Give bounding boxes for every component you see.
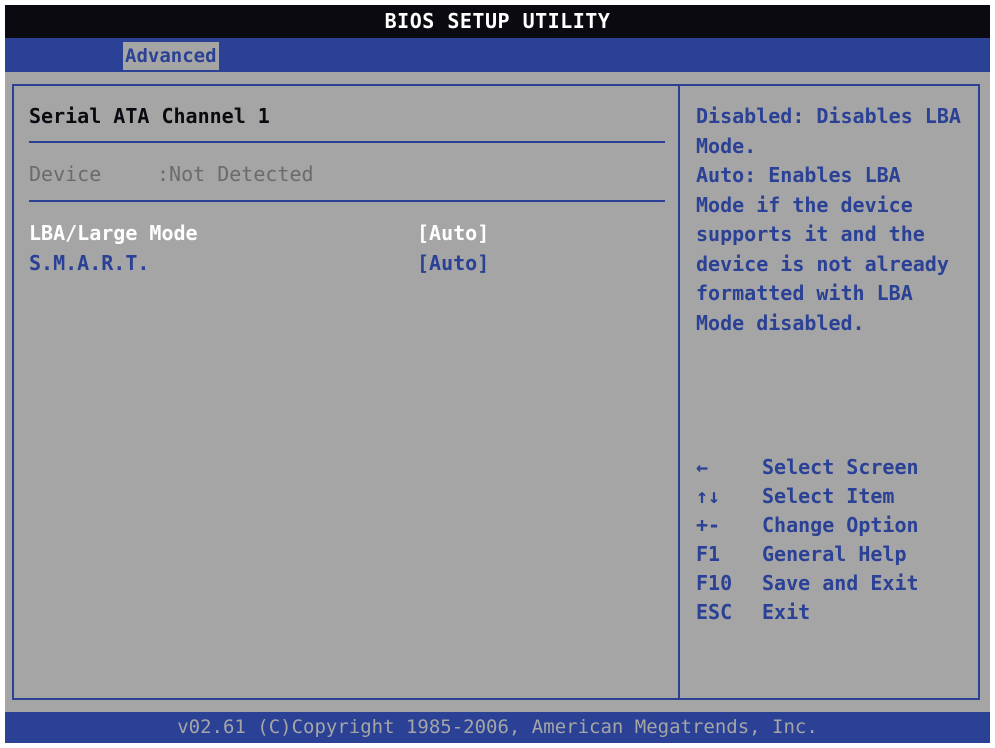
divider — [29, 200, 665, 202]
key-hint-row: ESC Exit — [696, 598, 810, 627]
menu-bar: Advanced — [5, 38, 990, 72]
f1-key: F1 — [696, 542, 721, 566]
bios-screen: BIOS SETUP UTILITY Advanced Serial ATA C… — [5, 5, 990, 743]
main-frame: Serial ATA Channel 1 Device :Not Detecte… — [12, 84, 980, 700]
key-hint-action: Exit — [762, 600, 811, 624]
copyright-footer: v02.61 (C)Copyright 1985-2006, American … — [5, 712, 990, 743]
section-title: Serial ATA Channel 1 — [29, 104, 270, 128]
title-bar: BIOS SETUP UTILITY — [5, 5, 990, 38]
option-smart-label[interactable]: S.M.A.R.T. — [29, 251, 149, 275]
left-arrow-icon: ← — [696, 455, 709, 479]
option-smart-value[interactable]: [Auto] — [417, 251, 489, 275]
key-hint-action: Change Option — [762, 513, 919, 537]
key-hint-row: ↑↓ Select Item — [696, 482, 894, 511]
help-text: Disabled: Disables LBA Mode. Auto: Enabl… — [696, 104, 961, 335]
key-hint-row: ← Select Screen — [696, 453, 919, 482]
divider — [29, 141, 665, 143]
tab-advanced[interactable]: Advanced — [123, 42, 219, 70]
key-hint-action: Select Screen — [762, 455, 919, 479]
key-hint-row: F1 General Help — [696, 540, 907, 569]
device-label: Device — [29, 162, 102, 186]
up-down-arrow-icon: ↑↓ — [696, 484, 721, 508]
key-hint-action: Save and Exit — [762, 571, 919, 595]
device-value: :Not Detected — [157, 162, 314, 186]
key-hint-action: Select Item — [762, 484, 895, 508]
option-lba-large-mode-label[interactable]: LBA/Large Mode — [29, 221, 198, 245]
key-hint-row: +- Change Option — [696, 511, 919, 540]
key-hint-action: General Help — [762, 542, 907, 566]
esc-key: ESC — [696, 600, 733, 624]
key-hint-row: F10 Save and Exit — [696, 569, 919, 598]
settings-panel: Serial ATA Channel 1 Device :Not Detecte… — [14, 86, 678, 698]
help-panel: Disabled: Disables LBA Mode. Auto: Enabl… — [678, 86, 980, 698]
f10-key: F10 — [696, 571, 733, 595]
option-lba-large-mode-value[interactable]: [Auto] — [417, 221, 489, 245]
plus-minus-key: +- — [696, 513, 721, 537]
